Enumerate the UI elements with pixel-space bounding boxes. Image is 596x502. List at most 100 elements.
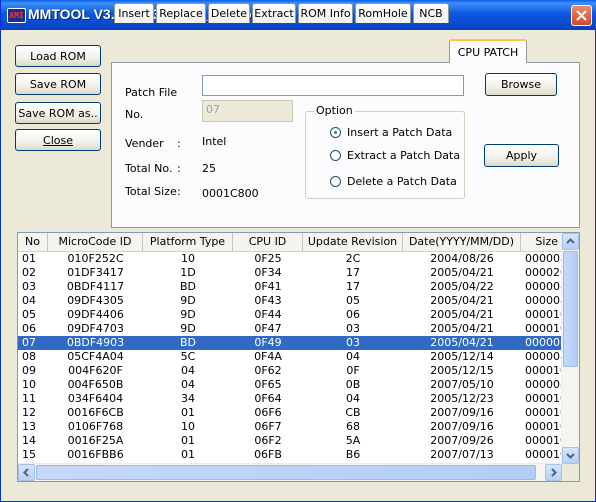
delete-patch-radio[interactable] (330, 176, 341, 187)
table-row[interactable]: 01 010F252C 10 0F25 2C 2004/08/26 0000080 (18, 252, 562, 266)
table-row[interactable]: 10 004F650B 04 0F65 0B 2007/05/10 0000080 (18, 378, 562, 392)
table-row[interactable]: 15 0016FBB6 01 06FB B6 2007/07/13 0000100 (18, 448, 562, 462)
window-close-button[interactable] (571, 5, 592, 26)
close-icon (576, 10, 587, 21)
cell-update-revision: 03 (346, 336, 360, 349)
scroll-right-button[interactable] (545, 464, 562, 481)
table-row[interactable]: 11 034F6404 34 0F64 04 2005/12/23 0000100 (18, 392, 562, 406)
insert-patch-label[interactable]: Insert a Patch Data (347, 126, 452, 139)
horizontal-scroll-thumb[interactable] (36, 465, 536, 480)
tab-cpu-patch[interactable]: CPU PATCH (449, 39, 527, 63)
tab-rom-info[interactable]: ROM Info (298, 3, 353, 23)
cell-cpu-id: 0F4A (254, 350, 282, 363)
table-row[interactable]: 13 0106F768 10 06F7 68 2007/09/16 0000100 (18, 420, 562, 434)
vertical-scroll-thumb[interactable] (563, 251, 578, 367)
table-row[interactable]: 04 09DF4305 9D 0F43 05 2005/04/21 0000080 (18, 294, 562, 308)
tab-extract[interactable]: Extract (252, 3, 296, 23)
cell-platform-type: 01 (181, 434, 195, 447)
apply-button[interactable]: Apply (484, 144, 559, 167)
column-header-cpu-id[interactable]: CPU ID (233, 233, 303, 251)
cell-microcode-id: 0BDF4117 (66, 280, 125, 293)
scroll-up-button[interactable] (562, 233, 579, 250)
extract-patch-label[interactable]: Extract a Patch Data (347, 149, 460, 162)
table-row[interactable]: 14 0016F25A 01 06F2 5A 2007/09/26 0000100 (18, 434, 562, 448)
cell-date: 2005/12/15 (430, 364, 494, 377)
table-row[interactable]: 02 01DF3417 1D 0F34 17 2005/04/21 0000200 (18, 266, 562, 280)
close-button[interactable]: Close (15, 129, 101, 151)
column-header-update-revision[interactable]: Update Revision (303, 233, 403, 251)
vender-label: Vender (125, 137, 164, 150)
cpu-patch-table[interactable]: No MicroCode ID Platform Type CPU ID Upd… (17, 232, 580, 482)
cell-date: 2005/04/21 (430, 322, 494, 335)
total-size-separator: : (177, 185, 181, 198)
cell-date: 2005/12/23 (430, 392, 494, 405)
cell-date: 2005/04/21 (430, 294, 494, 307)
cell-microcode-id: 010F252C (67, 252, 124, 265)
chevron-left-icon (23, 468, 29, 477)
vertical-scrollbar[interactable] (561, 233, 579, 464)
save-rom-as-button[interactable]: Save ROM as.. (15, 102, 101, 124)
extract-patch-radio[interactable] (330, 150, 341, 161)
column-header-no[interactable]: No (18, 233, 48, 251)
cell-cpu-id: 06F2 (254, 434, 282, 447)
cell-update-revision: 17 (346, 266, 360, 279)
cell-cpu-id: 0F44 (254, 308, 282, 321)
table-row[interactable]: 05 09DF4406 9D 0F44 06 2005/04/21 0000100 (18, 308, 562, 322)
table-row[interactable]: 07 0BDF4903 BD 0F49 03 2005/04/21 0000080 (18, 336, 562, 350)
chevron-down-icon (566, 453, 575, 459)
cell-cpu-id: 06FB (254, 448, 282, 461)
cell-update-revision: CB (345, 406, 361, 419)
total-size-value: 0001C800 (202, 187, 259, 200)
insert-patch-radio[interactable] (330, 127, 341, 138)
cell-size: 0000100 (525, 434, 562, 447)
table-row[interactable]: 09 004F620F 04 0F62 0F 2005/12/15 0000100 (18, 364, 562, 378)
cell-platform-type: 5C (180, 350, 196, 363)
save-rom-button[interactable]: Save ROM (15, 73, 101, 95)
cell-platform-type: 9D (180, 308, 196, 321)
cell-cpu-id: 0F62 (254, 364, 282, 377)
cell-microcode-id: 0BDF4903 (66, 336, 125, 349)
tab-romhole[interactable]: RomHole (355, 3, 411, 23)
cell-date: 2007/09/26 (430, 434, 494, 447)
cell-update-revision: 04 (346, 350, 360, 363)
cell-cpu-id: 0F41 (254, 280, 282, 293)
tab-delete[interactable]: Delete (208, 3, 250, 23)
table-row[interactable]: 06 09DF4703 9D 0F47 03 2005/04/21 0000100 (18, 322, 562, 336)
cell-date: 2005/04/21 (430, 266, 494, 279)
cell-date: 2005/04/21 (430, 308, 494, 321)
delete-patch-label[interactable]: Delete a Patch Data (347, 175, 457, 188)
browse-button[interactable]: Browse (485, 73, 557, 96)
column-header-microcode-id[interactable]: MicroCode ID (48, 233, 143, 251)
no-field[interactable]: 07 (202, 100, 293, 122)
total-size-label: Total Size (125, 185, 177, 198)
cell-no: 11 (22, 392, 36, 405)
cell-no: 12 (22, 406, 36, 419)
load-rom-button[interactable]: Load ROM (15, 45, 101, 67)
column-header-platform-type[interactable]: Platform Type (143, 233, 233, 251)
cell-cpu-id: 06F6 (254, 406, 282, 419)
cell-size: 0000100 (525, 392, 562, 405)
tab-ncb[interactable]: NCB (413, 3, 449, 23)
cell-no: 01 (22, 252, 36, 265)
horizontal-scrollbar[interactable] (18, 463, 562, 481)
main-window: AMI MMTOOL V3.12 - P35AX-S_P15.rom Load … (0, 0, 596, 502)
cell-cpu-id: 0F49 (254, 336, 282, 349)
cell-size: 0000100 (525, 420, 562, 433)
scroll-down-button[interactable] (562, 447, 579, 464)
cell-microcode-id: 004F620F (68, 364, 123, 377)
cell-cpu-id: 06F7 (254, 420, 282, 433)
cell-no: 03 (22, 280, 36, 293)
cell-update-revision: 06 (346, 308, 360, 321)
cell-update-revision: 04 (346, 392, 360, 405)
tab-insert[interactable]: Insert (114, 3, 154, 23)
cell-update-revision: 2C (345, 252, 361, 265)
patch-file-input[interactable] (202, 75, 464, 96)
table-row[interactable]: 08 05CF4A04 5C 0F4A 04 2005/12/14 0000080 (18, 350, 562, 364)
scroll-left-button[interactable] (18, 464, 35, 481)
table-row[interactable]: 12 0016F6CB 01 06F6 CB 2007/09/16 0000100 (18, 406, 562, 420)
tab-replace[interactable]: Replace (156, 3, 206, 23)
table-row[interactable]: 03 0BDF4117 BD 0F41 17 2005/04/22 0000080 (18, 280, 562, 294)
cell-platform-type: 01 (181, 406, 195, 419)
column-header-date[interactable]: Date(YYYY/MM/DD) (403, 233, 521, 251)
column-header-size[interactable]: Size (521, 233, 562, 251)
